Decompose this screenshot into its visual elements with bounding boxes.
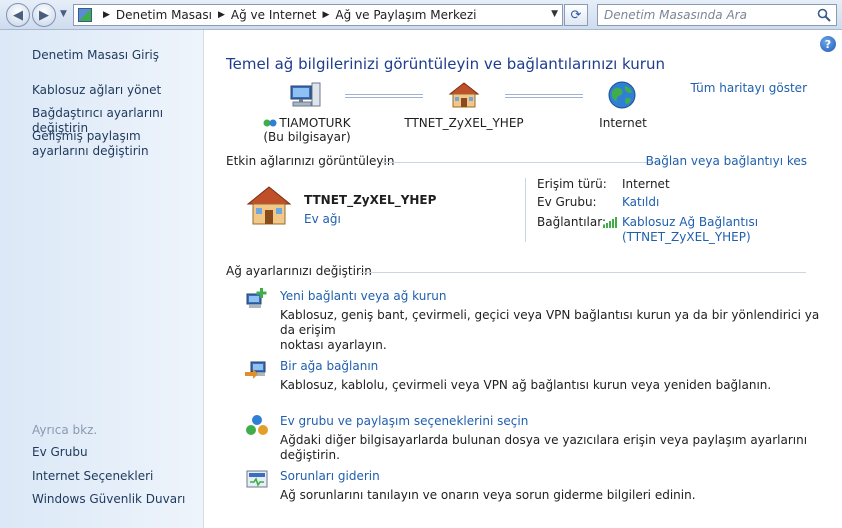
breadcrumb-item[interactable]: Denetim Masası (116, 8, 212, 22)
wireless-connection-link[interactable]: Kablosuz Ağ Bağlantısı (TTNET_ZyXEL_YHEP… (622, 215, 758, 245)
homegroup-label: Ev Grubu: (537, 195, 597, 209)
search-input[interactable]: Denetim Masasında Ara (597, 4, 837, 26)
sidebar-item-windows-firewall[interactable]: Windows Güvenlik Duvarı (32, 492, 202, 507)
breadcrumb-item[interactable]: Ağ ve Paylaşım Merkezi (335, 8, 476, 22)
connection-name: Kablosuz Ağ Bağlantısı (622, 215, 759, 229)
connect-to-network-link[interactable]: Bir ağa bağlanın (280, 359, 378, 373)
divider (360, 272, 806, 273)
connection-ssid: (TTNET_ZyXEL_YHEP) (622, 230, 751, 244)
computer-icon[interactable] (289, 80, 321, 110)
page-title: Temel ağ bilgilerinizi görüntüleyin ve b… (226, 55, 665, 73)
connect-network-icon (245, 361, 266, 379)
connections-label: Bağlantılar: (537, 215, 606, 229)
change-settings-header: Ağ ayarlarınızı değiştirin (226, 264, 372, 278)
network-type-link[interactable]: Ev ağı (304, 212, 341, 226)
access-type-label: Erişim türü: (537, 177, 607, 191)
new-connection-icon (246, 288, 267, 308)
refresh-icon: ⟳ (570, 7, 582, 23)
forward-button[interactable]: ▶ (32, 3, 56, 27)
address-bar[interactable]: ▶ Denetim Masası ▶ Ağ ve Internet ▶ Ağ v… (73, 4, 563, 26)
search-icon[interactable] (817, 8, 831, 22)
arrow-left-icon: ◀ (13, 7, 23, 23)
home-network-icon[interactable] (447, 80, 481, 110)
map-router-name[interactable]: TTNET_ZyXEL_YHEP (399, 116, 529, 130)
see-full-map-link[interactable]: Tüm haritayı göster (690, 81, 807, 95)
refresh-button[interactable]: ⟳ (564, 4, 588, 26)
breadcrumb-chevron-icon[interactable]: ▶ (103, 10, 110, 20)
setup-new-connection-link[interactable]: Yeni bağlantı veya ağ kurun (280, 289, 446, 303)
task-description: Kablosuz, geniş bant, çevirmeli, geçici … (280, 308, 820, 353)
back-button[interactable]: ◀ (6, 3, 30, 27)
homegroup-icon (246, 415, 268, 435)
network-icon (263, 119, 277, 127)
active-network-name: TTNET_ZyXEL_YHEP (304, 193, 437, 207)
map-internet-name[interactable]: Internet (583, 116, 663, 130)
sidebar-item-internet-options[interactable]: Internet Seçenekleri (32, 469, 202, 484)
map-computer-node[interactable]: TIAMOTURK (Bu bilgisayar) (257, 116, 357, 144)
active-networks-header: Etkin ağlarınızı görüntüleyin (226, 154, 395, 168)
computer-sub: (Bu bilgisayar) (263, 130, 351, 144)
control-panel-icon (78, 8, 92, 22)
help-icon[interactable]: ? (820, 36, 836, 52)
sidebar-item-control-panel-home[interactable]: Denetim Masası Giriş (32, 48, 202, 63)
chevron-down-icon[interactable]: ▼ (551, 9, 558, 19)
wireless-signal-icon (603, 217, 617, 228)
computer-name: TIAMOTURK (279, 116, 351, 130)
recent-pages-dropdown[interactable]: ▼ (60, 9, 67, 19)
task-description: Ağdaki diğer bilgisayarlarda bulunan dos… (280, 433, 808, 462)
sidebar-item-homegroup[interactable]: Ev Grubu (32, 445, 202, 460)
breadcrumb-chevron-icon[interactable]: ▶ (218, 10, 225, 20)
sidebar-item-manage-wireless[interactable]: Kablosuz ağları yönet (32, 83, 202, 98)
vertical-divider (525, 178, 526, 242)
access-type-value: Internet (622, 177, 670, 191)
connection-line (505, 94, 583, 98)
task-description-line: Kablosuz, geniş bant, çevirmeli, geçici … (280, 308, 820, 337)
home-network-large-icon (246, 186, 292, 225)
troubleshoot-link[interactable]: Sorunları giderin (280, 469, 380, 483)
sidebar-item-advanced-sharing[interactable]: Gelişmiş paylaşım ayarlarını değiştirin (32, 129, 182, 159)
internet-globe-icon[interactable] (607, 80, 637, 110)
breadcrumb-item[interactable]: Ağ ve Internet (231, 8, 317, 22)
connection-line (345, 94, 423, 98)
task-description-line: noktası ayarlayın. (280, 338, 387, 352)
arrow-right-icon: ▶ (39, 7, 49, 23)
address-toolbar: ◀ ▶ ▼ ▶ Denetim Masası ▶ Ağ ve Internet … (0, 0, 842, 30)
task-description: Kablosuz, kablolu, çevirmeli veya VPN ağ… (280, 378, 772, 392)
breadcrumb-chevron-icon[interactable]: ▶ (323, 10, 330, 20)
task-description: Ağ sorunlarını tanılayın ve onarın veya … (280, 488, 696, 502)
troubleshoot-icon (246, 470, 268, 488)
sidebar: Denetim Masası Giriş Kablosuz ağları yön… (0, 30, 204, 528)
main-content: ? Temel ağ bilgilerinizi görüntüleyin ve… (205, 30, 842, 528)
connect-disconnect-link[interactable]: Bağlan veya bağlantıyı kes (646, 154, 807, 168)
search-placeholder: Denetim Masasında Ara (604, 8, 747, 22)
divider (381, 162, 661, 163)
see-also-label: Ayrıca bkz. (32, 423, 98, 437)
homegroup-sharing-link[interactable]: Ev grubu ve paylaşım seçeneklerini seçin (280, 414, 528, 428)
homegroup-value-link[interactable]: Katıldı (622, 195, 659, 209)
